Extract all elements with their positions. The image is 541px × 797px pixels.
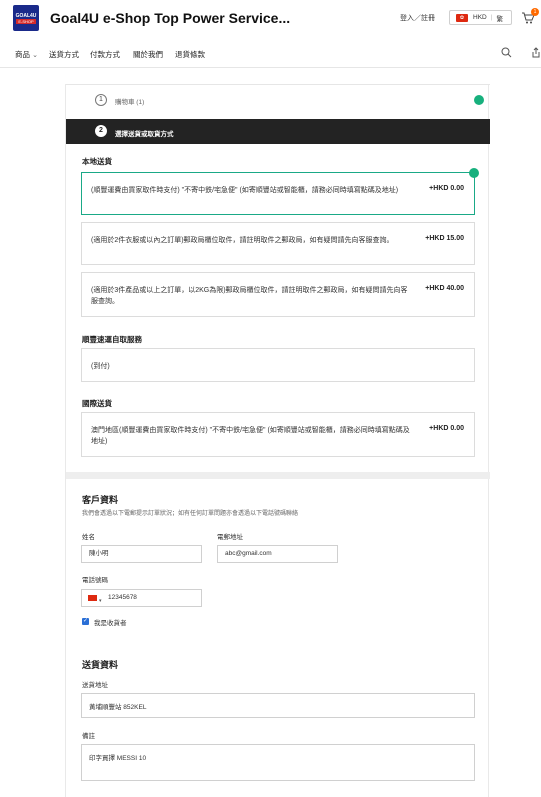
international-delivery-title: 國際送貨 — [82, 399, 112, 408]
delivery-option[interactable]: (到付) — [81, 348, 475, 382]
chevron-down-icon: ⌄ — [32, 52, 38, 59]
checkout-panel: 1 購物車 (1) 2 選擇送貨或取貨方式 本地送貨 (順豐運費由買家取件時支付… — [65, 84, 490, 797]
shop-logo[interactable]: GOAL4U E-SHOP — [13, 5, 39, 31]
step-number: 1 — [95, 94, 107, 106]
local-delivery-title: 本地送貨 — [82, 157, 112, 166]
cart-count-badge: 1 — [531, 8, 539, 16]
phone-label: 電話號碼 — [82, 577, 108, 584]
nav-item-returns[interactable]: 退貨條款 — [175, 49, 205, 60]
sf-pickup-title: 順豐速運自取服務 — [82, 335, 142, 344]
option-price: +HKD 0.00 — [429, 425, 464, 432]
delivery-info-title: 送貨資料 — [82, 660, 119, 670]
option-description: (到付) — [91, 363, 110, 370]
login-register-link[interactable]: 登入／註冊 — [400, 13, 435, 23]
separator: | — [490, 14, 493, 21]
nav-label-products: 商品 — [15, 50, 30, 59]
option-description: (適用於3件產品或以上之訂單，以2KG為限)郵政局櫃位取件，請註明取件之郵政局，… — [91, 287, 408, 305]
recipient-checkbox-label: 我是收貨者 — [94, 620, 127, 627]
email-field[interactable]: abc@gmail.com — [217, 545, 338, 563]
language-label: 繁 — [496, 15, 503, 23]
option-description: (順豐運費由買家取件時支付) "不寄中鉄/宅急便" (如寄順豐站或智能櫃，請務必… — [91, 187, 399, 194]
step-number: 2 — [95, 125, 107, 137]
step-complete-icon — [474, 95, 484, 105]
option-description: 澳門地區(順豐運費由買家取件時支付) "不寄中鉄/宅急便" (如寄順豐站或智能櫃… — [91, 427, 410, 445]
step-label: 選擇送貨或取貨方式 — [115, 131, 174, 138]
name-field[interactable]: 陳小明 — [81, 545, 202, 563]
delivery-option[interactable]: (適用於2件衣服或以內之訂單)郵政局櫃位取件，請註明取件之郵政局，如有疑問請先向… — [81, 222, 475, 265]
step-cart[interactable]: 1 購物車 (1) — [66, 84, 490, 116]
delivery-option[interactable]: (順豐運費由買家取件時支付) "不寄中鉄/宅急便" (如寄順豐站或智能櫃，請務必… — [81, 168, 479, 215]
phone-field[interactable]: ▾ 12345678 — [81, 589, 202, 607]
hong-kong-flag-icon — [456, 13, 468, 22]
currency-label: HKD — [473, 14, 487, 21]
delivery-option[interactable]: (適用於3件產品或以上之訂單，以2KG為限)郵政局櫃位取件，請註明取件之郵政局，… — [81, 272, 475, 317]
step-label: 購物車 (1) — [115, 99, 145, 106]
name-label: 姓名 — [82, 534, 95, 541]
logo-text-bottom: E-SHOP — [16, 18, 36, 24]
nav-item-products[interactable]: 商品 ⌄ — [15, 49, 38, 60]
chevron-down-icon[interactable]: ▾ — [99, 593, 102, 609]
section-divider — [66, 472, 490, 479]
address-field[interactable]: 黃埔順豐站 852KEL — [81, 693, 475, 718]
step-delivery-method: 2 選擇送貨或取貨方式 — [66, 119, 490, 144]
shop-title[interactable]: Goal4U e-Shop Top Power Service... — [50, 10, 290, 26]
nav-item-about[interactable]: 關於我們 — [133, 49, 163, 60]
customer-info-title: 客戶資料 — [82, 495, 119, 505]
nav-item-payment[interactable]: 付款方式 — [90, 49, 120, 60]
option-price: +HKD 15.00 — [425, 235, 464, 242]
selected-check-icon — [469, 168, 479, 178]
recipient-checkbox[interactable]: ✓ — [82, 618, 89, 625]
address-label: 送貨地址 — [82, 682, 108, 689]
note-label: 備註 — [82, 733, 95, 740]
email-label: 電郵地址 — [217, 534, 243, 541]
hong-kong-flag-icon — [88, 595, 97, 601]
customer-info-hint: 我們會透過以下電郵提示訂單狀況；如有任何訂單問題亦會透過以下電話號碼聯絡 — [82, 511, 299, 517]
delivery-option[interactable]: 澳門地區(順豐運費由買家取件時支付) "不寄中鉄/宅急便" (如寄順豐站或智能櫃… — [81, 412, 475, 457]
main-nav: 商品 ⌄ 送貨方式 付款方式 關於我們 退貨條款 — [0, 38, 541, 68]
option-price: +HKD 0.00 — [429, 185, 464, 192]
option-description: (適用於2件衣服或以內之訂單)郵政局櫃位取件，請註明取件之郵政局，如有疑問請先向… — [91, 237, 394, 244]
search-icon[interactable] — [501, 47, 512, 58]
nav-item-shipping[interactable]: 送貨方式 — [49, 49, 79, 60]
share-icon[interactable] — [531, 47, 541, 58]
site-header: GOAL4U E-SHOP Goal4U e-Shop Top Power Se… — [0, 0, 541, 38]
phone-value: 12345678 — [108, 594, 137, 601]
currency-language-selector[interactable]: HKD | 繁 — [449, 10, 512, 25]
option-price: +HKD 40.00 — [425, 285, 464, 292]
note-field[interactable]: 印字買擇 MESSI 10 — [81, 744, 475, 781]
